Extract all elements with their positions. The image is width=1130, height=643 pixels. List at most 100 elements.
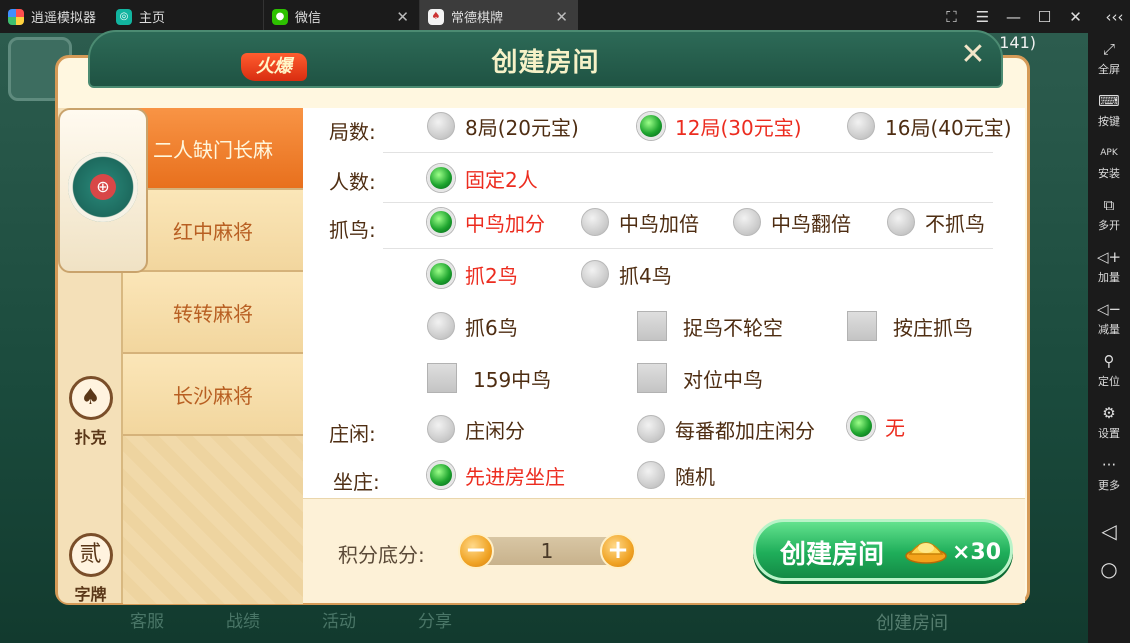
more-button[interactable]: ··· 更多 xyxy=(1088,455,1130,493)
option-label: 按庄抓鸟 xyxy=(893,315,973,340)
option-bird-2[interactable]: 抓2鸟 xyxy=(427,258,518,290)
android-back-button[interactable]: ◁ xyxy=(1088,519,1130,543)
dialog-header: 创建房间 ✕ xyxy=(88,30,1003,88)
volume-up-button[interactable]: ◁+ 加量 xyxy=(1088,247,1130,285)
category-mahjong[interactable]: ⊕ xyxy=(58,108,148,273)
option-label: 中鸟加分 xyxy=(465,211,545,236)
option-bird-4[interactable]: 抓4鸟 xyxy=(581,258,672,290)
option-12-rounds[interactable]: 12局(30元宝) xyxy=(637,110,802,142)
dealer-label: 庄闲: xyxy=(329,422,376,446)
bg-menu-item: 活动 xyxy=(322,612,356,632)
sidebar-label: 全屏 xyxy=(1098,63,1120,76)
settings-button[interactable]: ⚙ 设置 xyxy=(1088,403,1130,441)
sidebar-label: 多开 xyxy=(1098,219,1120,232)
tab-home[interactable]: ◎ 主页 xyxy=(108,0,264,33)
option-label: 随机 xyxy=(675,464,715,489)
menu-icon[interactable]: ☰ xyxy=(967,8,998,26)
sidebar-label: 设置 xyxy=(1098,427,1120,440)
maximize-icon[interactable]: ☐ xyxy=(1029,8,1060,26)
option-dealer-score[interactable]: 庄闲分 xyxy=(427,413,525,445)
option-zn-add[interactable]: 中鸟加分 xyxy=(427,206,545,238)
players-label: 人数: xyxy=(329,170,376,194)
location-button[interactable]: ⚲ 定位 xyxy=(1088,351,1130,389)
option-2-players[interactable]: 固定2人 xyxy=(427,162,538,194)
install-apk-button[interactable]: APK 安装 xyxy=(1088,143,1130,181)
tab-label: 微信 xyxy=(295,11,322,26)
keyboard-icon: ⌨ xyxy=(1098,92,1120,110)
option-zn-double[interactable]: 中鸟加倍 xyxy=(581,206,699,238)
sidebar-label: 加量 xyxy=(1098,271,1120,284)
option-zn-flip[interactable]: 中鸟翻倍 xyxy=(733,206,851,238)
fullscreen-button[interactable]: ⤢ 全屏 xyxy=(1088,39,1130,77)
game-item-changsha[interactable]: 长沙麻将 xyxy=(123,354,303,436)
plus-button[interactable]: + xyxy=(600,533,636,569)
sidebar-label: 减量 xyxy=(1098,323,1120,336)
bg-menu-item: 战绩 xyxy=(226,612,260,632)
minimize-icon[interactable]: — xyxy=(998,8,1029,26)
option-label: 不抓鸟 xyxy=(925,211,985,236)
collapse-sidebar-icon[interactable]: ‹‹‹ xyxy=(1099,8,1130,26)
bg-create-room: 创建房间 xyxy=(876,613,948,634)
option-no-bird[interactable]: 不抓鸟 xyxy=(887,206,985,238)
option-16-rounds[interactable]: 16局(40元宝) xyxy=(847,110,1012,142)
option-every-fan[interactable]: 每番都加庄闲分 xyxy=(637,413,815,445)
gear-icon: ⚙ xyxy=(1102,404,1116,422)
row-divider xyxy=(383,152,993,153)
android-home-button[interactable]: ○ xyxy=(1088,557,1130,581)
volume-down-button[interactable]: ◁− 减量 xyxy=(1088,299,1130,337)
radio-icon xyxy=(733,208,761,236)
option-label: 捉鸟不轮空 xyxy=(683,315,783,340)
close-tab-icon[interactable]: ✕ xyxy=(396,8,409,26)
tab-emulator-app[interactable]: 逍遥模拟器 xyxy=(0,0,108,33)
wechat-icon: ● xyxy=(272,8,288,25)
option-by-dealer[interactable]: 按庄抓鸟 xyxy=(847,310,973,342)
sidebar-label: 定位 xyxy=(1098,375,1120,388)
category-zipai-label: 字牌 xyxy=(74,585,107,604)
fullscreen-icon: ⤢ xyxy=(1102,40,1115,58)
option-first-in[interactable]: 先进房坐庄 xyxy=(427,459,565,491)
radio-icon xyxy=(427,312,455,340)
bird-label: 抓鸟: xyxy=(329,218,376,242)
option-label: 对位中鸟 xyxy=(683,367,763,392)
option-random[interactable]: 随机 xyxy=(637,459,715,491)
radio-icon xyxy=(887,208,915,236)
options-panel: 局数: 8局(20元宝) 12局(30元宝) 16局(40元宝) 人数: 固定2… xyxy=(303,108,1025,498)
spade-icon: ♠ xyxy=(68,376,113,420)
sit-label: 坐庄: xyxy=(333,470,380,494)
more-dots-icon: ··· xyxy=(1101,456,1117,474)
game-item-erren[interactable]: 二人缺门长麻 xyxy=(123,108,303,190)
keymap-button[interactable]: ⌨ 按键 xyxy=(1088,91,1130,129)
close-tab-icon[interactable]: ✕ xyxy=(555,8,568,26)
checkbox-icon xyxy=(427,363,457,393)
category-zipai[interactable]: 贰 字牌 xyxy=(58,533,123,605)
option-8-rounds[interactable]: 8局(20元宝) xyxy=(427,110,579,142)
screen-capture-icon[interactable]: ⛶ xyxy=(936,8,967,26)
tab-game[interactable]: ♠ 常德棋牌 ✕ xyxy=(420,0,578,33)
option-catch-no-rotate[interactable]: 捉鸟不轮空 xyxy=(637,310,783,342)
create-room-button[interactable]: 创建房间 ×30 xyxy=(753,519,1013,581)
option-opposite[interactable]: 对位中鸟 xyxy=(637,362,763,394)
multi-instance-button[interactable]: ⧉ 多开 xyxy=(1088,195,1130,233)
close-window-icon[interactable]: ✕ xyxy=(1060,8,1091,26)
window-controls: ⛶ ☰ — ☐ ✕ ‹‹‹ xyxy=(936,0,1130,33)
category-poker[interactable]: ♠ 扑克 xyxy=(58,376,123,448)
game-item-hongzhong[interactable]: 红中麻将 xyxy=(123,190,303,272)
radio-checked-icon xyxy=(427,461,455,489)
option-bird-6[interactable]: 抓6鸟 xyxy=(427,310,518,342)
radio-icon xyxy=(581,260,609,288)
option-label: 8局(20元宝) xyxy=(465,115,579,140)
minus-button[interactable]: − xyxy=(458,533,494,569)
option-none[interactable]: 无 xyxy=(847,410,905,442)
game-item-zhuanzhuan[interactable]: 转转麻将 xyxy=(123,272,303,354)
tab-wechat[interactable]: ● 微信 ✕ xyxy=(264,0,420,33)
option-label: 抓4鸟 xyxy=(619,263,672,288)
sidebar-label: 安装 xyxy=(1098,167,1120,180)
mahjong-logo-icon: ⊕ xyxy=(68,152,138,222)
close-dialog-icon[interactable]: ✕ xyxy=(957,40,989,72)
option-159[interactable]: 159中鸟 xyxy=(427,362,551,394)
game-list: 二人缺门长麻 红中麻将 转转麻将 长沙麻将 xyxy=(123,108,303,604)
radio-checked-icon xyxy=(427,260,455,288)
multi-instance-icon: ⧉ xyxy=(1103,196,1115,214)
option-label: 中鸟翻倍 xyxy=(771,211,851,236)
option-label: 每番都加庄闲分 xyxy=(675,418,815,443)
